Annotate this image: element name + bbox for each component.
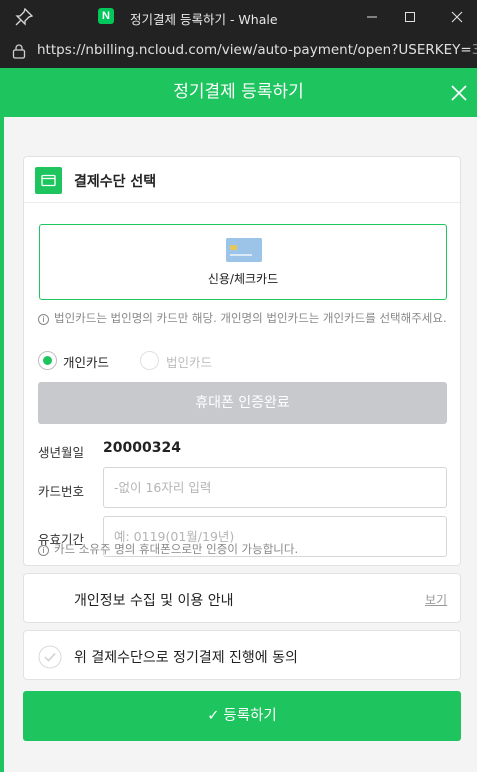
- credit-card-option[interactable]: 신용/체크카드: [39, 224, 447, 300]
- window-titlebar: N 정기결제 등록하기 - Whale: [0, 0, 477, 34]
- agreement-section[interactable]: 위 결제수단으로 정기결제 진행에 동의: [23, 630, 461, 680]
- corporate-card-notice-text: 법인카드는 법인명의 카드만 해당. 개인명의 법인카드는 개인카드를 선택해주…: [54, 311, 447, 325]
- page-title: 정기결제 등록하기: [173, 82, 304, 102]
- header-bar: 정기결제 등록하기: [0, 68, 477, 117]
- close-icon: [451, 11, 463, 23]
- corporate-card-notice: i 법인카드는 법인명의 카드만 해당. 개인명의 법인카드는 개인카드를 선택해…: [38, 310, 450, 326]
- minimize-icon: [367, 16, 377, 18]
- corporate-card-radio[interactable]: [140, 351, 159, 370]
- privacy-section: 개인정보 수집 및 이용 안내 보기: [23, 573, 461, 623]
- agreement-label[interactable]: 위 결제수단으로 정기결제 진행에 동의: [74, 647, 298, 667]
- pin-icon[interactable]: [14, 7, 34, 27]
- side-rail: [0, 117, 4, 772]
- minimize-button[interactable]: [352, 2, 392, 32]
- section-header: 결제수단 선택: [24, 157, 460, 203]
- personal-card-radio[interactable]: [38, 351, 57, 370]
- maximize-icon: [405, 12, 415, 22]
- owner-notice: i 카드 소유주 명의 휴대폰으로만 인증이 가능합니다.: [38, 541, 298, 557]
- card-number-label: 카드번호: [38, 484, 85, 499]
- naver-favicon: N: [98, 8, 114, 24]
- register-button[interactable]: ✓ 등록하기: [23, 691, 461, 741]
- corporate-card-label[interactable]: 법인카드: [166, 352, 212, 371]
- card-type-radio-group: 개인카드 법인카드: [38, 351, 438, 371]
- info-icon: i: [38, 545, 49, 556]
- info-icon: i: [38, 314, 49, 325]
- url-text[interactable]: https://nbilling.ncloud.com/view/auto-pa…: [37, 42, 477, 58]
- address-bar[interactable]: https://nbilling.ncloud.com/view/auto-pa…: [0, 34, 477, 68]
- credit-card-image-icon: [226, 238, 262, 262]
- maximize-button[interactable]: [390, 2, 430, 32]
- credit-card-icon: [35, 167, 62, 194]
- credit-card-option-label: 신용/체크카드: [207, 272, 279, 286]
- privacy-title: 개인정보 수집 및 이용 안내: [74, 593, 234, 609]
- page: 정기결제 등록하기 결제수단 선택 신용/체크카드 i 법인카드는 법인명의 카…: [0, 68, 477, 772]
- url-faded: 3: [471, 42, 477, 58]
- url-main: https://nbilling.ncloud.com/view/auto-pa…: [37, 42, 472, 58]
- birth-value: 20000324: [103, 440, 181, 456]
- privacy-view-link[interactable]: 보기: [425, 591, 447, 608]
- owner-notice-text: 카드 소유주 명의 휴대폰으로만 인증이 가능합니다.: [54, 542, 299, 556]
- section-title: 결제수단 선택: [74, 174, 157, 190]
- register-button-label: 등록하기: [223, 708, 277, 724]
- personal-card-label[interactable]: 개인카드: [63, 352, 109, 371]
- window-title: 정기결제 등록하기 - Whale: [130, 12, 278, 27]
- phone-verify-button[interactable]: 휴대폰 인증완료: [38, 382, 447, 424]
- close-icon[interactable]: [446, 80, 472, 106]
- payment-method-section: 결제수단 선택 신용/체크카드 i 법인카드는 법인명의 카드만 해당. 개인명의…: [23, 156, 461, 566]
- birth-label: 생년월일: [38, 445, 85, 460]
- lock-icon: [12, 44, 26, 59]
- card-number-input[interactable]: [103, 467, 447, 508]
- check-circle-icon[interactable]: [38, 645, 62, 669]
- window-close-button[interactable]: [437, 2, 477, 32]
- check-icon: ✓: [207, 708, 220, 724]
